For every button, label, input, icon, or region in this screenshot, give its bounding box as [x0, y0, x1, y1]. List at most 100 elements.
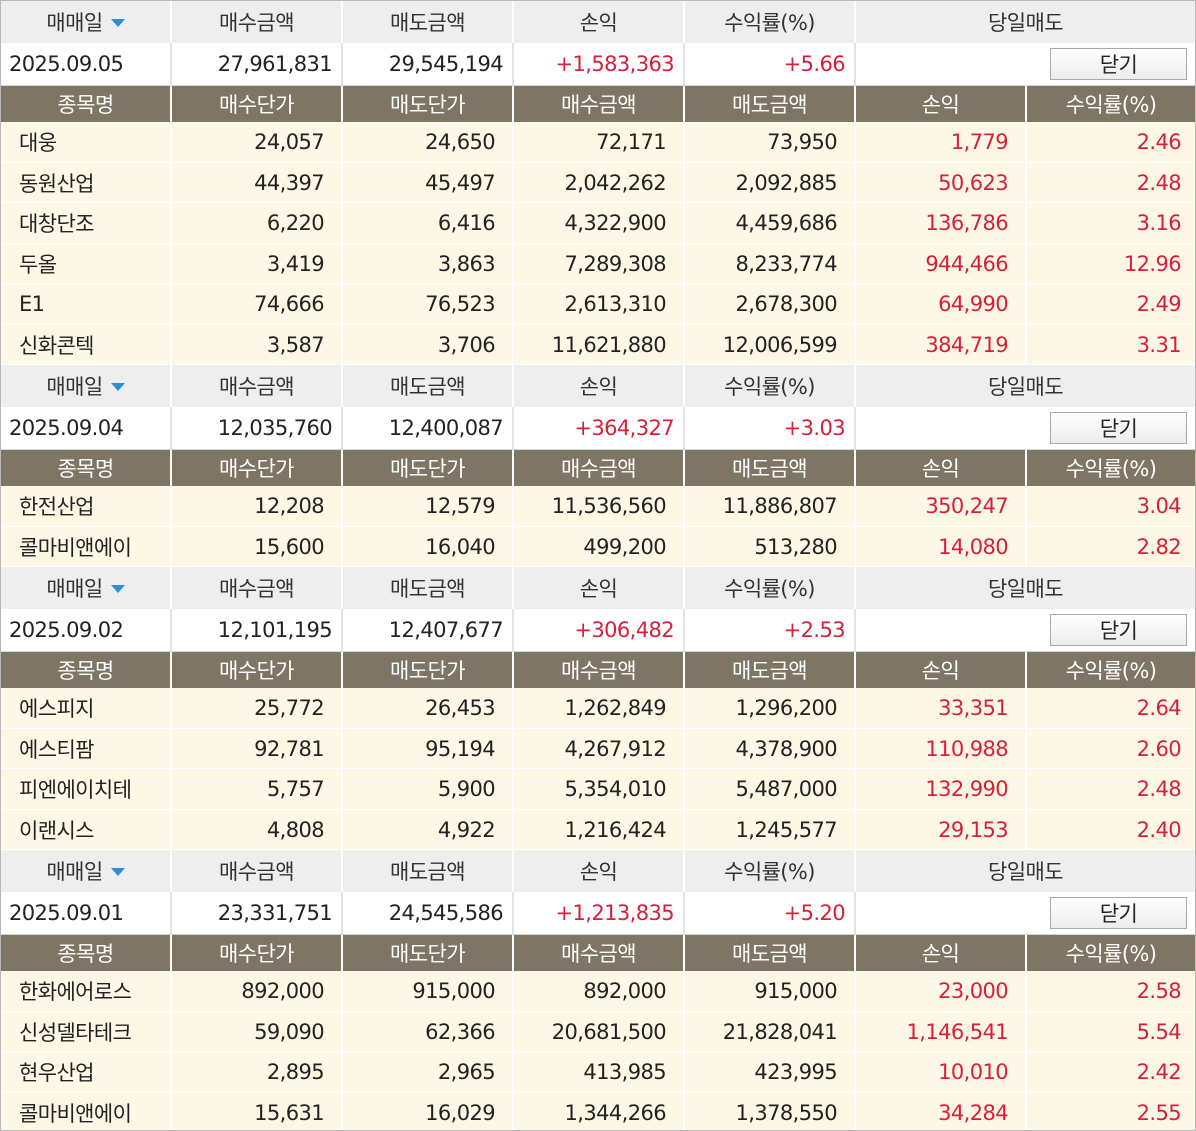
table-row[interactable]: 에스피지 25,772 26,453 1,262,849 1,296,200 33,351… [1, 688, 1195, 729]
sell-amount: 2,678,300 [685, 284, 856, 324]
summary-header-row: 매매일 매수금액 매도금액 손익 수익률(%) 당일매도 [1, 567, 1195, 609]
total-pnl: +1,213,835 [514, 892, 685, 934]
pnl: 64,990 [856, 284, 1027, 324]
table-row[interactable]: 현우산업 2,895 2,965 413,985 423,995 10,010 2.42 [1, 1052, 1195, 1093]
detail-return-rate-header: 수익률(%) [1065, 659, 1157, 683]
return-rate: 2.55 [1136, 1100, 1182, 1125]
sell-price: 915,000 [343, 971, 514, 1011]
total-return-rate: +2.53 [685, 609, 856, 651]
table-row[interactable]: 피엔에이치테 5,757 5,900 5,354,010 5,487,000 132,99… [1, 769, 1195, 810]
sort-down-icon[interactable] [110, 585, 125, 593]
total-buy-amount: 12,035,760 [172, 407, 343, 449]
close-button-cell: 닫기 [856, 43, 1195, 85]
sell-price: 12,579 [343, 486, 514, 526]
stock-name: 대웅 [1, 122, 172, 162]
buy-price: 15,600 [172, 526, 343, 567]
sell-price: 95,194 [343, 728, 514, 769]
sort-date-header[interactable]: 매매일 [1, 365, 172, 407]
buy-price-header: 매수단가 [172, 652, 343, 688]
buy-amount-header: 매수금액 [172, 567, 343, 609]
stock-name: 현우산업 [1, 1052, 172, 1092]
table-row[interactable]: 동원산업 44,397 45,497 2,042,262 2,092,885 50,623… [1, 162, 1195, 203]
sort-date-header[interactable]: 매매일 [1, 567, 172, 609]
sell-price-header: 매도단가 [343, 652, 514, 688]
sell-price: 62,366 [343, 1011, 514, 1052]
sort-down-icon[interactable] [110, 383, 125, 391]
sell-price: 5,900 [343, 769, 514, 809]
buy-amount: 1,216,424 [514, 809, 685, 850]
table-row[interactable]: 이랜시스 4,808 4,922 1,216,424 1,245,577 29,153 2.… [1, 809, 1195, 850]
buy-amount: 413,985 [514, 1052, 685, 1092]
detail-pnl-header: 손익 [856, 86, 1027, 122]
sell-price: 6,416 [343, 203, 514, 243]
sort-date-header[interactable]: 매매일 [1, 850, 172, 892]
table-row[interactable]: 신성델타테크 59,090 62,366 20,681,500 21,828,041 1,… [1, 1011, 1195, 1052]
table-row[interactable]: 한화에어로스 892,000 915,000 892,000 915,000 23,000… [1, 971, 1195, 1012]
sell-price: 3,706 [343, 324, 514, 365]
detail-pnl-header: 손익 [856, 652, 1027, 688]
sell-amount: 11,886,807 [685, 486, 856, 526]
table-row[interactable]: 신화콘텍 3,587 3,706 11,621,880 12,006,599 384,71… [1, 324, 1195, 365]
close-button-cell: 닫기 [856, 892, 1195, 934]
sell-amount: 21,828,041 [685, 1011, 856, 1052]
detail-buy-amount-header: 매수금액 [514, 86, 685, 122]
stock-name: 대창단조 [1, 203, 172, 243]
table-row[interactable]: 콜마비앤에이 15,600 16,040 499,200 513,280 14,080 2.… [1, 526, 1195, 567]
table-row[interactable]: 대웅 24,057 24,650 72,171 73,950 1,779 2.46 [1, 122, 1195, 163]
summary-values-row: 2025.09.01 23,331,751 24,545,586 +1,213,835… [1, 892, 1195, 935]
return-rate: 2.58 [1136, 979, 1182, 1003]
pnl: 23,000 [856, 971, 1027, 1011]
close-button[interactable]: 닫기 [1050, 412, 1187, 444]
same-day-sell-header: 당일매도 [988, 11, 1063, 35]
summary-values-row: 2025.09.05 27,961,831 29,545,194 +1,583,363… [1, 43, 1195, 86]
sort-down-icon[interactable] [110, 19, 125, 27]
return-rate: 2.42 [1136, 1060, 1182, 1084]
buy-price: 6,220 [172, 203, 343, 243]
sell-amount: 915,000 [685, 971, 856, 1011]
table-row[interactable]: 대창단조 6,220 6,416 4,322,900 4,459,686 136,786 3… [1, 203, 1195, 244]
close-button[interactable]: 닫기 [1050, 48, 1187, 80]
buy-amount-header: 매수금액 [172, 850, 343, 892]
buy-price: 25,772 [172, 688, 343, 728]
sell-price: 3,863 [343, 243, 514, 284]
table-row[interactable]: 에스티팜 92,781 95,194 4,267,912 4,378,900 110,98… [1, 728, 1195, 769]
sort-down-icon[interactable] [110, 868, 125, 876]
date-header-label: 매매일 [46, 375, 103, 399]
buy-price: 92,781 [172, 728, 343, 769]
table-row[interactable]: 콜마비앤에이 15,631 16,029 1,344,266 1,378,550 34,2… [1, 1092, 1195, 1130]
buy-price: 4,808 [172, 809, 343, 850]
total-buy-amount: 23,331,751 [172, 892, 343, 934]
pnl: 50,623 [856, 162, 1027, 203]
pnl: 14,080 [856, 526, 1027, 567]
table-row[interactable]: 한전산업 12,208 12,579 11,536,560 11,886,807 350,… [1, 486, 1195, 527]
pnl-header: 손익 [514, 365, 685, 407]
stock-name: 콜마비앤에이 [1, 1092, 172, 1130]
stock-name-header: 종목명 [1, 652, 172, 688]
table-row[interactable]: E1 74,666 76,523 2,613,310 2,678,300 64,990 2.… [1, 284, 1195, 325]
close-button[interactable]: 닫기 [1050, 614, 1187, 646]
return-rate: 2.40 [1136, 817, 1182, 842]
buy-amount-header: 매수금액 [172, 365, 343, 407]
buy-price: 3,587 [172, 324, 343, 365]
trade-day-group: 매매일 매수금액 매도금액 손익 수익률(%) 당일매도 2025.09.04 12,035,… [1, 365, 1195, 567]
close-button-cell: 닫기 [856, 609, 1195, 651]
buy-amount: 1,344,266 [514, 1092, 685, 1130]
pnl: 1,146,541 [856, 1011, 1027, 1052]
return-rate-header: 수익률(%) [685, 850, 856, 892]
buy-price: 5,757 [172, 769, 343, 809]
pnl: 350,247 [856, 486, 1027, 526]
sort-date-header[interactable]: 매매일 [1, 1, 172, 43]
stock-name: E1 [1, 284, 172, 324]
total-pnl: +1,583,363 [514, 43, 685, 85]
stock-name: 콜마비앤에이 [1, 526, 172, 567]
sell-amount: 73,950 [685, 122, 856, 162]
sell-price-header: 매도단가 [343, 86, 514, 122]
buy-price-header: 매수단가 [172, 935, 343, 971]
buy-amount: 11,621,880 [514, 324, 685, 365]
buy-price: 44,397 [172, 162, 343, 203]
close-button[interactable]: 닫기 [1050, 897, 1187, 929]
stock-name-header: 종목명 [1, 935, 172, 971]
detail-sell-amount-header: 매도금액 [685, 86, 856, 122]
table-row[interactable]: 두올 3,419 3,863 7,289,308 8,233,774 944,466 12.… [1, 243, 1195, 284]
sell-amount: 5,487,000 [685, 769, 856, 809]
